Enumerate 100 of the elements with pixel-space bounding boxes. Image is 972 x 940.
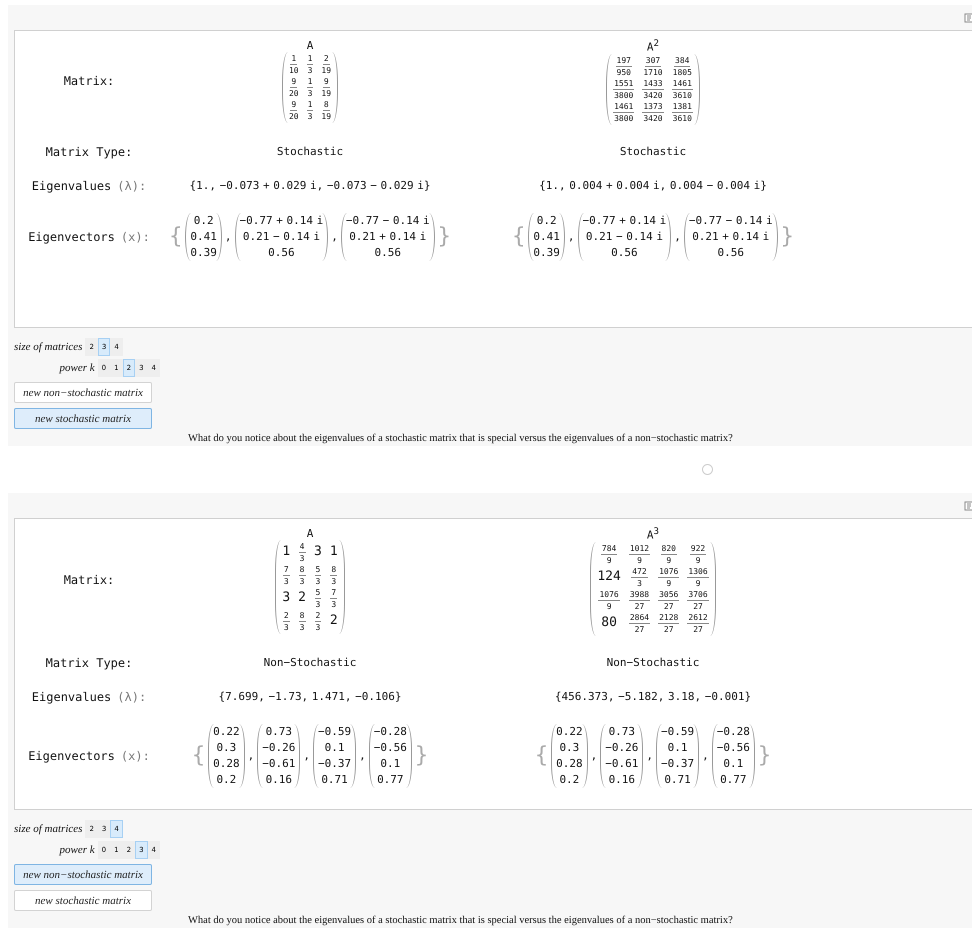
denominator: 19 [321,64,332,76]
brace: } [414,744,428,768]
matrix-entry: 1 [330,543,338,562]
denominator: 3420 [643,90,663,101]
vector-entry: 0.22 [213,724,240,740]
row-label: Matrix: [62,573,116,588]
denominator: 27 [693,600,703,612]
action-button[interactable]: new non−stochastic matrix [14,382,152,403]
comma: , [646,749,653,762]
matrix-type: Stochastic [618,145,688,158]
brace: { [192,744,206,768]
vector-entry: 0.21 + 0.14 i [349,228,426,245]
question-text: What do you notice about the eigenvalues of a stochastic matrix that is special versus the eigenvalues of a non−stochastic matrix? [188,433,733,446]
setter-label: power k [60,844,95,856]
vector-entry: −0.56 [716,740,750,756]
action-button[interactable]: new stochastic matrix [14,408,152,429]
action-button[interactable]: new stochastic matrix [14,890,152,911]
window-icon[interactable] [964,500,972,510]
denominator: 9 [696,554,700,566]
vector-entry: 0.16 [608,772,636,788]
numerator: 1 [306,52,314,65]
matrix-title: A [306,526,314,540]
comma: , [568,230,575,244]
vector-entry: 0.1 [324,740,344,756]
denominator: 3 [300,622,304,633]
denominator: 3 [331,576,336,587]
denominator: 9 [666,578,672,589]
vector-entry: 0.41 [533,228,560,245]
numerator: 2 [322,52,330,65]
numerator: 7 [282,564,290,576]
vector-entry: 0.1 [723,756,744,772]
window-icon[interactable] [964,12,972,22]
vector-entry: 0.3 [559,740,580,756]
vector-entry: 0.3 [216,740,236,756]
action-button[interactable]: new non−stochastic matrix [14,864,152,885]
brace: } [780,224,794,249]
numerator: 2612 [687,612,709,624]
symbol-label: (x): [120,230,150,244]
vector-entry: 0.16 [266,772,292,788]
numerator: 3056 [658,588,680,601]
denominator: 3 [316,576,320,587]
numerator: 922 [690,542,706,555]
vector-entry: 0.56 [268,244,295,261]
denominator: 1710 [643,66,663,78]
question-text: What do you notice about the eigenvalues of a stochastic matrix that is special versus the eigenvalues of a non−stochastic matrix? [188,915,733,928]
numerator: 1433 [642,78,664,90]
vector-entry: 0.56 [717,244,744,261]
row-label: Eigenvectors [28,748,115,763]
denominator: 9 [606,600,612,612]
matrix-title: A [306,38,314,52]
comma: , [674,230,681,244]
vector-entry: 0.1 [668,740,688,756]
symbol-label: (x): [120,748,150,763]
brace: { [169,224,182,249]
matrix-entry: 124 [597,568,621,586]
vector-entry: −0.61 [262,756,296,772]
vector-entry: 0.22 [556,724,583,740]
denominator: 9 [637,554,642,566]
setter-label: size of matrices [14,341,82,353]
denominator: 3 [308,64,312,76]
denominator: 27 [664,600,674,612]
numerator: 4 [298,540,306,553]
matrix-entry: 1 [282,543,290,562]
vector-entry: 0.21 − 0.14 i [586,228,663,245]
matrix-entry: 2 [298,589,306,608]
row-label: Eigenvalues [32,690,112,704]
vector-entry: 0.21 − 0.14 i [242,228,320,245]
denominator: 3 [300,552,304,564]
vector-entry: 0.39 [533,244,560,261]
denominator: 3 [308,110,312,122]
denominator: 9 [696,578,700,589]
denominator: 9 [666,554,672,566]
vector-entry: −0.77 − 0.14 i [346,212,430,229]
numerator: 1 [306,98,314,111]
loading-icon [702,464,713,475]
numerator: 1 [306,76,314,88]
denominator: 3 [308,88,312,99]
denominator: 950 [616,66,631,78]
numerator: 1076 [658,566,680,578]
row-label: Eigenvalues [32,178,112,193]
comma: , [331,230,338,244]
vector-entry: −0.59 [318,724,352,740]
denominator: 3 [284,576,289,587]
setter-label: size of matrices [14,823,82,835]
vector-entry: 0.73 [266,724,292,740]
vector-entry: −0.77 − 0.14 i [688,212,773,229]
numerator: 8 [298,610,306,622]
numerator: 1076 [598,588,620,601]
numerator: 820 [660,542,677,555]
vector-entry: 0.2 [559,772,580,788]
denominator: 3610 [672,112,692,124]
vector-entry: −0.37 [318,756,352,772]
denominator: 27 [634,624,644,635]
denominator: 3420 [643,112,663,124]
denominator: 3 [637,578,642,589]
brace: } [438,224,451,249]
denominator: 9 [606,554,612,566]
numerator: 1461 [672,78,693,90]
matrix-entry: 3 [282,589,290,608]
vector-entry: 0.2 [216,772,236,788]
